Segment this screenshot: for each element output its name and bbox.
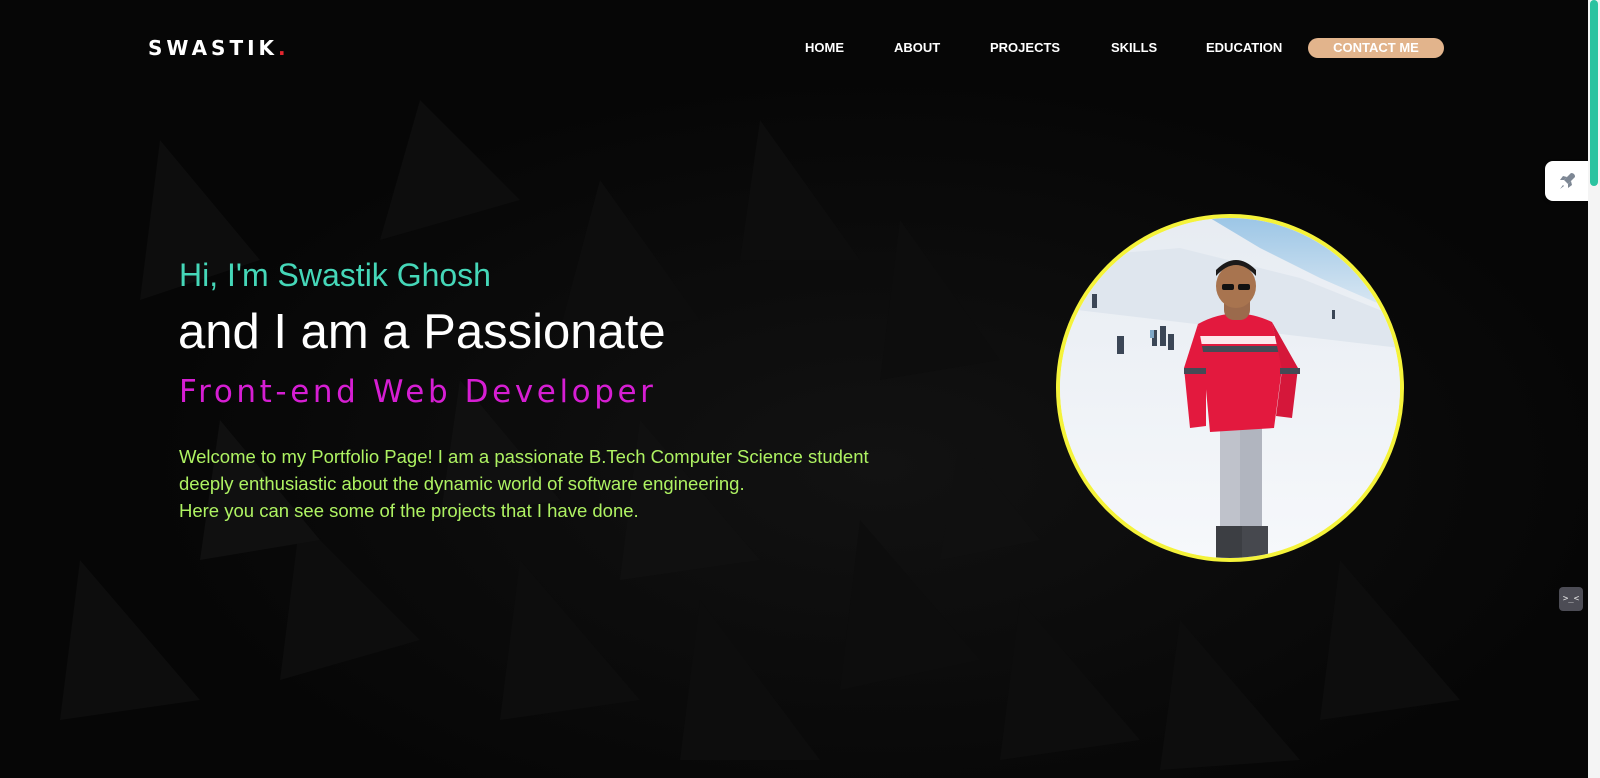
hero-greeting: Hi, I'm Swastik Ghosh (179, 257, 491, 293)
portfolio-page: SWASTIK. HOME ABOUT PROJECTS SKILLS EDUC… (0, 0, 1600, 778)
profile-photo (1056, 214, 1404, 562)
nav-projects[interactable]: PROJECTS (990, 38, 1060, 58)
logo-text: SWASTIK (148, 36, 279, 60)
terminal-widget-button[interactable]: >_< (1559, 587, 1583, 611)
contact-me-button[interactable]: CONTACT ME (1308, 38, 1444, 58)
page-scrollbar[interactable] (1588, 0, 1600, 778)
hero-tagline: and I am a Passionate (178, 305, 666, 359)
intro-line: Welcome to my Portfolio Page! I am a pas… (179, 446, 869, 467)
scrollbar-thumb[interactable] (1590, 0, 1598, 186)
nav-education[interactable]: EDUCATION (1206, 38, 1282, 58)
profile-photo-illustration (1060, 218, 1400, 558)
terminal-icon: >_< (1562, 594, 1580, 604)
nav-home[interactable]: HOME (805, 38, 844, 58)
intro-line: Here you can see some of the projects th… (179, 500, 639, 521)
rocket-widget-button[interactable] (1545, 161, 1589, 201)
hero-role: Front-end Web Developer (179, 374, 657, 410)
nav-skills[interactable]: SKILLS (1111, 38, 1157, 58)
hero-intro: Welcome to my Portfolio Page! I am a pas… (179, 443, 879, 524)
nav-about[interactable]: ABOUT (894, 38, 940, 58)
intro-line: deeply enthusiastic about the dynamic wo… (179, 473, 745, 494)
site-logo[interactable]: SWASTIK. (148, 36, 290, 60)
logo-dot: . (278, 36, 290, 60)
